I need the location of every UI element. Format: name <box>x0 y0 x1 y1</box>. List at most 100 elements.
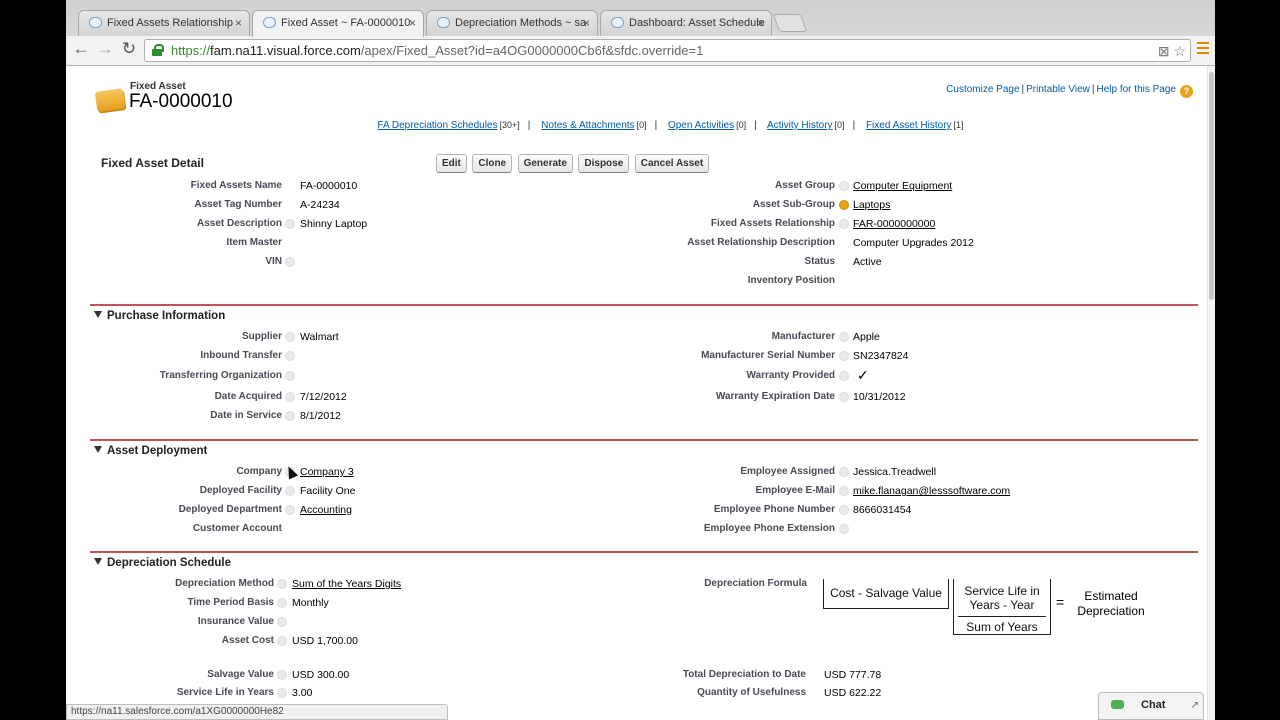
employee-email-link[interactable]: mike.flanagan@lesssoftware.com <box>853 485 1010 497</box>
field-value: FA-0000010 <box>300 180 358 192</box>
field-label: Asset Relationship Description <box>687 237 835 248</box>
help-bubble-icon[interactable] <box>839 486 849 496</box>
related-link-asset-history[interactable]: Fixed Asset History <box>866 120 952 131</box>
collapse-triangle-icon[interactable] <box>94 558 102 565</box>
collapse-triangle-icon[interactable] <box>94 446 102 453</box>
related-count: [0] <box>636 120 647 130</box>
help-bubble-icon[interactable] <box>285 257 295 267</box>
reload-icon[interactable]: ↻ <box>118 39 140 59</box>
forward-arrow-icon[interactable]: → <box>94 39 116 59</box>
bookmark-star-icon[interactable]: ☆ <box>1173 43 1186 59</box>
depreciation-method-link[interactable]: Sum of the Years Digits <box>292 578 401 590</box>
help-bubble-icon[interactable] <box>285 332 295 342</box>
scrollbar-thumb[interactable] <box>1209 72 1214 300</box>
help-bubble-icon[interactable] <box>839 505 849 515</box>
header-links: Customize Page | Printable View | Help for t… <box>946 84 1193 98</box>
customize-page-link[interactable]: Customize Page <box>946 84 1019 95</box>
help-bubble-icon[interactable] <box>277 670 287 680</box>
formula-fraction: Service Life in Years - Year Sum of Year… <box>953 579 1051 635</box>
field-value: A-24234 <box>300 199 340 211</box>
help-bubble-icon[interactable] <box>285 371 295 381</box>
generate-button[interactable]: Generate <box>517 154 573 173</box>
department-link[interactable]: Accounting <box>300 504 352 516</box>
field-value: Apple <box>853 331 880 343</box>
help-bubble-icon[interactable] <box>839 200 849 210</box>
field-label: Inbound Transfer <box>200 350 282 361</box>
help-bubble-icon[interactable] <box>285 219 295 229</box>
cancel-asset-button[interactable]: Cancel Asset <box>634 154 710 173</box>
help-bubble-icon[interactable] <box>277 617 287 627</box>
field-label: Employee E-Mail <box>755 485 835 496</box>
popout-icon[interactable]: ↗ <box>1191 694 1199 718</box>
page-action-icon[interactable]: ⊠ <box>1158 43 1170 59</box>
relationship-link[interactable]: FAR-0000000000 <box>853 218 935 230</box>
browser-chrome: Fixed Assets Relationship × Fixed Asset … <box>66 0 1215 66</box>
help-bubble-icon[interactable] <box>285 505 295 515</box>
field-label: Deployed Facility <box>199 485 282 496</box>
field-label: VIN <box>265 256 282 267</box>
field-value: Facility One <box>300 485 356 497</box>
help-bubble-icon[interactable] <box>839 371 849 381</box>
edit-button[interactable]: Edit <box>436 154 467 173</box>
field-label: Salvage Value <box>207 669 274 680</box>
close-icon[interactable]: × <box>757 11 764 35</box>
link-separator: | <box>754 120 757 131</box>
asset-subgroup-link[interactable]: Laptops <box>853 199 890 211</box>
help-link[interactable]: Help for this Page <box>1097 84 1177 95</box>
page-icon <box>611 17 624 28</box>
field-label: Quantity of Usefulness <box>697 687 806 698</box>
printable-view-link[interactable]: Printable View <box>1026 84 1090 95</box>
field-label: Status <box>804 256 835 267</box>
related-link-activity-history[interactable]: Activity History <box>767 120 833 131</box>
vertical-scrollbar[interactable] <box>1207 66 1215 720</box>
back-arrow-icon[interactable]: ← <box>70 39 92 59</box>
help-bubble-icon[interactable] <box>839 524 849 534</box>
address-bar[interactable]: https://fam.na11.visual.force.com/apex/F… <box>144 39 1191 62</box>
help-bubble-icon[interactable] <box>285 411 295 421</box>
tab-fixed-asset[interactable]: Fixed Asset ~ FA-0000010 × <box>252 10 424 37</box>
close-icon[interactable]: × <box>583 11 590 35</box>
link-separator: | <box>1021 84 1025 95</box>
help-bubble-icon[interactable] <box>839 392 849 402</box>
related-link-depreciation-schedules[interactable]: FA Depreciation Schedules <box>377 120 497 131</box>
help-bubble-icon[interactable] <box>839 332 849 342</box>
collapse-triangle-icon[interactable] <box>94 311 102 318</box>
help-bubble-icon[interactable] <box>285 486 295 496</box>
help-bubble-icon[interactable] <box>839 181 849 191</box>
section-purchase-information[interactable]: Purchase Information <box>94 310 225 322</box>
browser-menu-icon[interactable] <box>1197 42 1209 54</box>
help-bubble-icon[interactable] <box>277 579 287 589</box>
tab-dashboard[interactable]: Dashboard: Asset Schedule × <box>600 10 772 36</box>
section-asset-deployment[interactable]: Asset Deployment <box>94 445 207 457</box>
section-depreciation-schedule[interactable]: Depreciation Schedule <box>94 557 231 569</box>
help-bubble-icon[interactable] <box>277 598 287 608</box>
help-bubble-icon[interactable] <box>277 688 287 698</box>
related-link-notes[interactable]: Notes & Attachments <box>541 120 634 131</box>
field-label: Manufacturer Serial Number <box>701 350 835 361</box>
field-label: Date Acquired <box>214 391 282 402</box>
field-label: Insurance Value <box>197 616 274 627</box>
help-icon[interactable]: ? <box>1180 85 1193 98</box>
tab-depreciation-methods[interactable]: Depreciation Methods ~ sa × <box>426 10 598 36</box>
field-label: Warranty Expiration Date <box>715 391 835 402</box>
close-icon[interactable]: × <box>235 11 242 35</box>
help-bubble-icon[interactable] <box>285 351 295 361</box>
new-tab-button[interactable] <box>772 14 808 32</box>
help-bubble-icon[interactable] <box>839 467 849 477</box>
related-link-open-activities[interactable]: Open Activities <box>668 120 734 131</box>
tab-fixed-assets-relationship[interactable]: Fixed Assets Relationship × <box>78 10 250 36</box>
help-bubble-icon[interactable] <box>277 636 287 646</box>
chat-widget[interactable]: Chat ↗ <box>1098 692 1204 720</box>
help-bubble-icon[interactable] <box>285 392 295 402</box>
asset-group-link[interactable]: Computer Equipment <box>853 180 952 192</box>
field-value: USD 300.00 <box>292 669 350 681</box>
clone-button[interactable]: Clone <box>472 154 513 173</box>
page-icon <box>89 17 102 28</box>
help-bubble-icon[interactable] <box>839 351 849 361</box>
close-icon[interactable]: × <box>409 11 416 35</box>
help-bubble-icon[interactable] <box>839 219 849 229</box>
company-link[interactable]: Company 3 <box>300 466 354 478</box>
link-separator: | <box>852 120 856 131</box>
dispose-button[interactable]: Dispose <box>578 154 630 173</box>
field-label: Asset Group <box>774 180 835 191</box>
